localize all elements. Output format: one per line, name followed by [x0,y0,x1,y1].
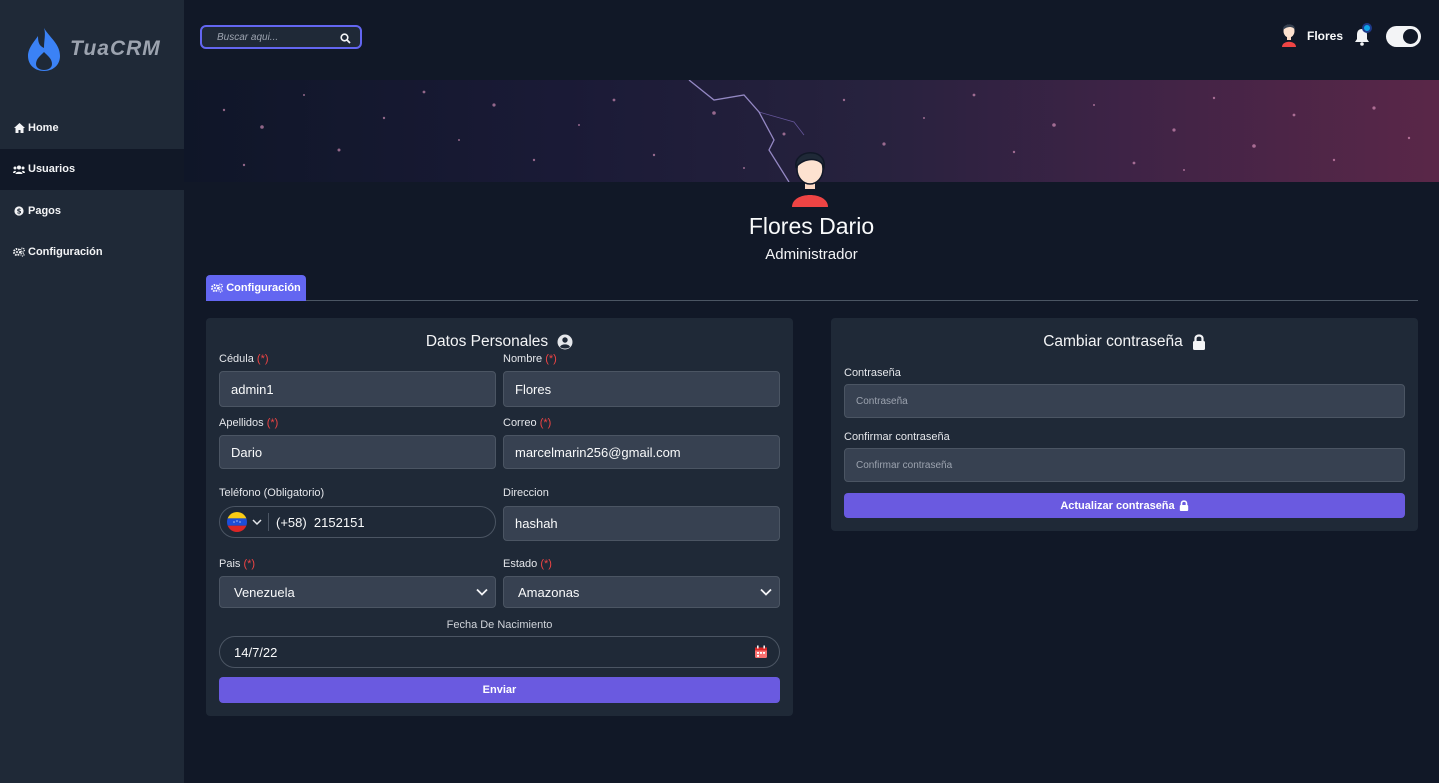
svg-text:$: $ [17,207,22,215]
sidebar-nav: Home Usuarios $ Pagos Configuración [0,107,184,273]
toggle-knob [1403,28,1418,44]
password-card: Cambiar contraseña Contraseña Contraseña… [831,318,1418,531]
header-user-name[interactable]: Flores [1307,29,1343,43]
confirm-password-field[interactable]: Confirmar contraseña [844,448,1405,482]
profile-role: Administrador [765,246,858,263]
card-title: Cambiar contraseña [831,333,1418,351]
flame-icon [28,28,60,71]
profile-name: Flores Dario [748,213,875,239]
password-label: Contraseña [844,367,901,379]
nombre-label: Nombre (*) [503,353,557,365]
chevron-down-icon [476,588,488,596]
telefono-label: Teléfono (Obligatorio) [219,487,325,499]
logo-text: TuaCRM [70,37,161,60]
cedula-label: Cédula (*) [219,353,269,365]
fecha-value: 14/7/22 [234,644,278,660]
pais-select-value: Venezuela [234,584,295,600]
password-title: Cambiar contraseña [1043,333,1183,350]
gears-icon [211,283,224,293]
sidebar-item-label: Configuración [28,246,103,259]
chevron-down-icon [252,519,262,526]
sidebar-item-label: Pagos [28,204,62,217]
phone-field: (+58) 2152151 [219,506,496,538]
tab-configuracion[interactable]: Configuración [206,275,306,301]
gears-icon [13,246,25,258]
submit-button[interactable]: Enviar [219,677,780,703]
users-icon [13,163,25,175]
card-title: Datos Personales [206,333,793,351]
cedula-field[interactable]: admin1 [219,371,496,407]
password-field[interactable]: Contraseña [844,384,1405,418]
update-password-button[interactable]: Actualizar contraseña [844,493,1405,518]
confirm-password-label: Confirmar contraseña [844,431,950,443]
personal-data-title: Datos Personales [425,333,549,350]
direccion-label: Direccion [503,487,549,499]
correo-label: Correo (*) [503,417,552,429]
apellidos-field[interactable]: Dario [219,435,496,469]
direccion-field[interactable]: hashah [503,506,780,541]
update-password-label: Actualizar contraseña [1060,499,1175,512]
notification-button[interactable] [1354,23,1372,46]
tab-label: Configuración [226,282,301,294]
sidebar-item-usuarios[interactable]: Usuarios [0,148,184,190]
sidebar-item-pagos[interactable]: $ Pagos [0,190,184,232]
notification-badge [1362,23,1372,33]
estado-select[interactable]: Amazonas [503,576,780,608]
logo[interactable]: TuaCRM [26,26,161,72]
search-icon[interactable] [340,31,351,49]
search-input[interactable] [217,31,332,43]
personal-data-card: Datos Personales Cédula (*) admin1 Nombr… [206,318,793,716]
estado-select-value: Amazonas [518,584,580,600]
chevron-down-icon [760,588,772,596]
user-circle-icon [557,334,573,350]
search-box [200,25,362,49]
tab-bar: Configuración [206,275,1418,301]
sidebar-item-configuracion[interactable]: Configuración [0,232,184,274]
venezuela-flag-icon[interactable] [226,511,248,533]
nombre-field[interactable]: Flores [503,371,780,407]
sidebar-item-label: Home [28,121,59,134]
apellidos-label: Apellidos (*) [219,417,279,429]
divider [268,513,269,531]
profile-avatar[interactable] [787,145,833,207]
estado-label: Estado (*) [503,558,552,570]
pais-select[interactable]: Venezuela [219,576,496,608]
theme-toggle[interactable] [1386,25,1421,47]
pais-label: Pais (*) [219,558,256,570]
home-icon [13,122,25,134]
sidebar-item-home[interactable]: Home [0,107,184,149]
calendar-icon[interactable] [754,645,768,659]
fecha-field[interactable]: 14/7/22 [219,636,780,668]
dollar-circle-icon: $ [13,205,25,217]
fecha-label: Fecha De Nacimiento [446,619,553,631]
sidebar-item-label: Usuarios [28,163,76,176]
header-user-area: Flores [1279,22,1421,50]
phone-input[interactable]: (+58) 2152151 [276,515,365,530]
lock-icon [1179,500,1188,511]
lock-icon [1192,334,1206,350]
avatar[interactable] [1279,21,1299,52]
correo-field[interactable]: marcelmarin256@gmail.com [503,435,780,469]
sidebar: TuaCRM Home Usuarios $ Pagos Configuraci… [0,0,184,783]
